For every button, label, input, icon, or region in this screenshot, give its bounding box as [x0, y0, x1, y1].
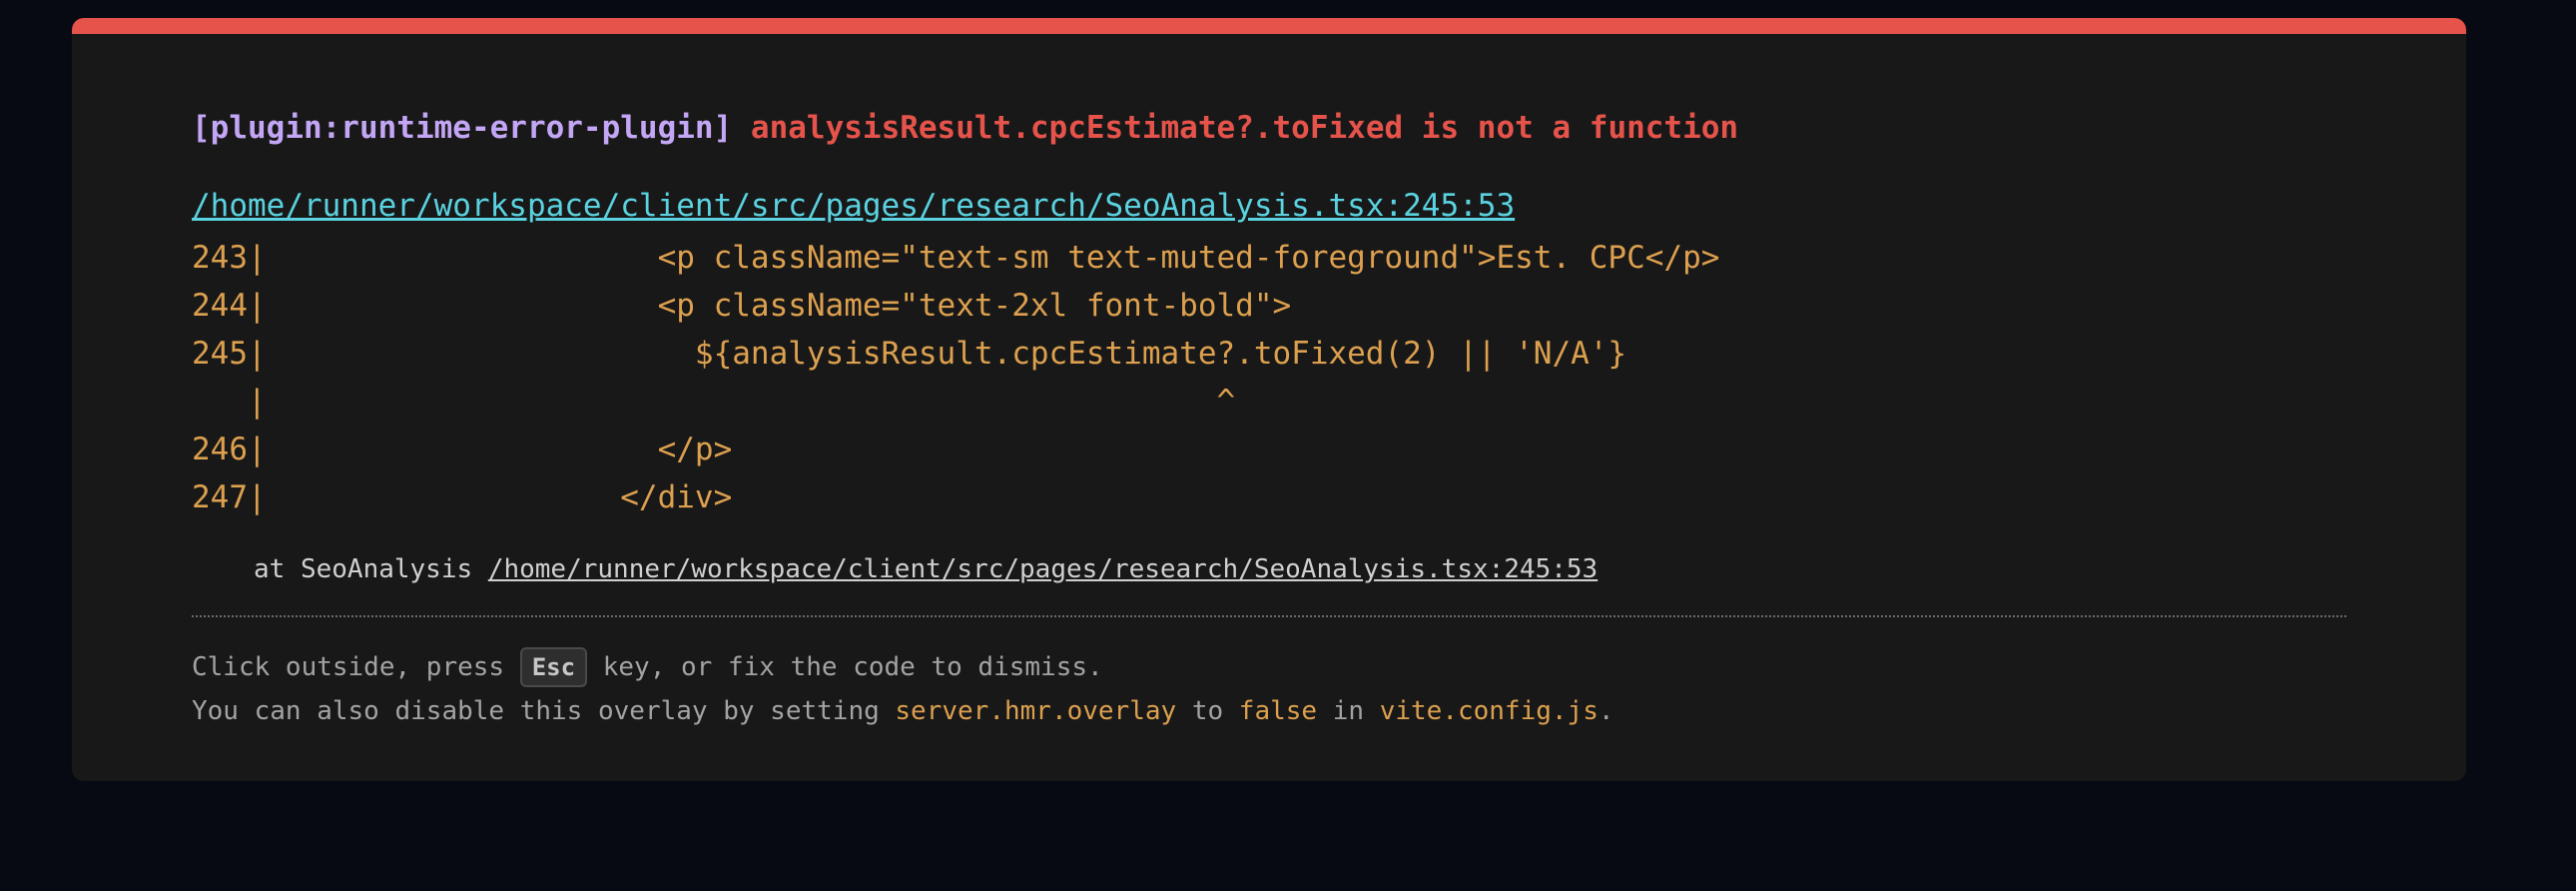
- stack-file-link[interactable]: /home/runner/workspace/client/src/pages/…: [488, 554, 1598, 584]
- stack-prefix: at SeoAnalysis: [254, 554, 488, 584]
- error-message: analysisResult.cpcEstimate?.toFixed is n…: [750, 110, 1739, 146]
- code-line-244: 244| <p className="text-2xl font-bold">: [192, 288, 1292, 324]
- error-file-link[interactable]: /home/runner/workspace/client/src/pages/…: [192, 186, 1515, 226]
- error-plugin: [plugin:runtime-error-plugin]: [192, 110, 733, 146]
- tip-text-before: Click outside, press: [192, 652, 520, 682]
- esc-key-badge: Esc: [519, 647, 588, 687]
- code-line-247: 247| </div>: [192, 479, 733, 515]
- code-line-245: 245| ${analysisResult.cpcEstimate?.toFix…: [192, 336, 1627, 372]
- code-line-246: 246| </p>: [192, 432, 733, 467]
- tip2-text-d: .: [1598, 696, 1614, 726]
- code-line-caret: | ^: [192, 384, 1236, 420]
- tip2-text-a: You can also disable this overlay by set…: [192, 696, 896, 726]
- dismiss-tip: Click outside, press Esc key, or fix the…: [192, 647, 1103, 687]
- tip2-text-c: in: [1317, 696, 1380, 726]
- divider: [192, 615, 2346, 617]
- stack-trace: at SeoAnalysis /home/runner/workspace/cl…: [254, 551, 1598, 587]
- tip2-file: vite.config.js: [1379, 696, 1599, 726]
- tip2-text-b: to: [1176, 696, 1239, 726]
- code-frame: 243| <p className="text-sm text-muted-fo…: [192, 234, 1719, 521]
- error-header: [plugin:runtime-error-plugin] analysisRe…: [192, 108, 1738, 148]
- code-line-243: 243| <p className="text-sm text-muted-fo…: [192, 240, 1720, 276]
- disable-tip: You can also disable this overlay by set…: [192, 693, 1614, 729]
- tip-text-after: key, or fix the code to dismiss.: [587, 652, 1103, 682]
- error-overlay: [plugin:runtime-error-plugin] analysisRe…: [72, 18, 2466, 781]
- tip2-value: false: [1238, 696, 1318, 726]
- tip2-setting: server.hmr.overlay: [895, 696, 1177, 726]
